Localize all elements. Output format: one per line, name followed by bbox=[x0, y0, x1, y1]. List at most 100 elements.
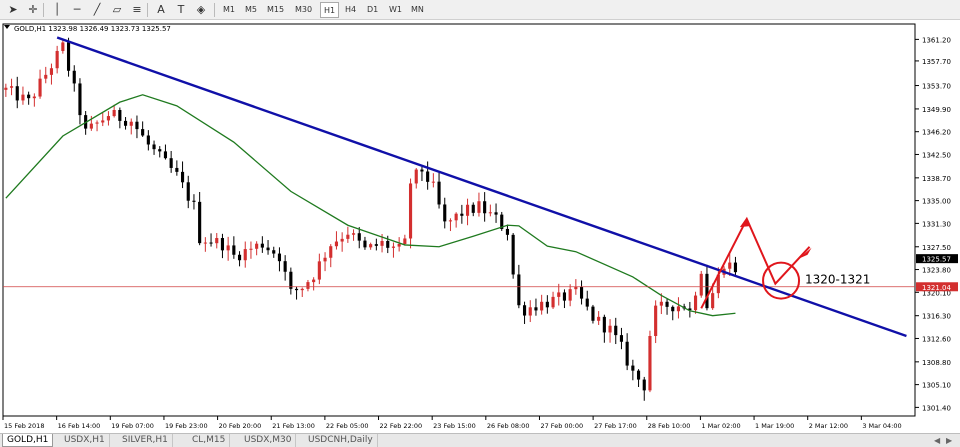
candle-body bbox=[671, 306, 675, 312]
chart-header-info: GOLD,H1 1323.98 1326.49 1323.73 1325.57 bbox=[14, 25, 171, 33]
shapes-icon[interactable]: ◈ bbox=[192, 2, 210, 18]
candle-body bbox=[294, 288, 299, 291]
candle-body bbox=[237, 254, 242, 261]
price-tick-label: 1308.80 bbox=[922, 359, 951, 367]
target-zone-label: 1320-1321 bbox=[805, 273, 870, 287]
chart-tab-usdx-m30[interactable]: USDX,M30 bbox=[240, 434, 297, 447]
candle-body bbox=[209, 242, 213, 244]
timeframe-m5-button[interactable]: M5 bbox=[242, 2, 260, 18]
candle-body bbox=[443, 204, 447, 222]
candle-body bbox=[665, 301, 669, 307]
horizontal-line-icon[interactable]: ─ bbox=[68, 2, 86, 18]
candle-body bbox=[557, 292, 561, 297]
text-label-icon[interactable]: T bbox=[172, 2, 190, 18]
price-tick-label: 1338.70 bbox=[922, 175, 951, 183]
price-tick-label: 1327.50 bbox=[922, 244, 951, 252]
candle-body bbox=[346, 234, 350, 239]
candle-body bbox=[312, 279, 316, 283]
chart-canvas[interactable]: GOLD,H1 1323.98 1326.49 1323.73 1325.57 1… bbox=[0, 20, 960, 433]
candle-body bbox=[283, 261, 287, 272]
tab-scroll-left-icon[interactable]: ◀ bbox=[934, 434, 940, 447]
candle-body bbox=[101, 120, 105, 123]
time-tick-label: 1 Mar 19:00 bbox=[755, 422, 794, 430]
price-tick-label: 1349.90 bbox=[922, 106, 951, 114]
candle-body bbox=[494, 212, 498, 215]
candle-body bbox=[215, 238, 219, 244]
chart-tab-usdx-h1[interactable]: USDX,H1 bbox=[60, 434, 110, 447]
candle-body bbox=[249, 248, 253, 250]
candle-body bbox=[579, 286, 584, 299]
candle-body bbox=[391, 246, 396, 248]
candle-body bbox=[551, 296, 555, 308]
timeframe-m30-button[interactable]: M30 bbox=[292, 2, 315, 18]
price-tick-label: 1335.00 bbox=[922, 198, 951, 206]
candle-body bbox=[676, 306, 681, 312]
timeframe-h4-button[interactable]: H4 bbox=[342, 2, 359, 18]
candle-body bbox=[363, 240, 367, 248]
candle-body bbox=[317, 261, 321, 280]
candle-body bbox=[89, 123, 93, 129]
candle-body bbox=[21, 94, 25, 101]
candle-body bbox=[471, 204, 475, 213]
candle-body bbox=[431, 181, 435, 183]
chart-toolbar: ➤ ✛ │ ─ ╱ ▱ ≡ A T ◈ M1 M5 M15 M30 H1 H4 D1 W1 MN bbox=[0, 0, 960, 20]
text-icon[interactable]: A bbox=[152, 2, 170, 18]
candle-body bbox=[408, 183, 413, 239]
timeframe-m1-button[interactable]: M1 bbox=[220, 2, 238, 18]
candle-body bbox=[597, 316, 601, 321]
time-tick-label: 27 Feb 17:00 bbox=[594, 422, 637, 430]
candle-body bbox=[522, 305, 527, 316]
candle-body bbox=[277, 253, 282, 262]
candle-body bbox=[619, 335, 624, 342]
candle-body bbox=[152, 144, 156, 150]
channel-icon[interactable]: ▱ bbox=[108, 2, 126, 18]
candle-body bbox=[118, 109, 122, 121]
timeframe-d1-button[interactable]: D1 bbox=[364, 2, 381, 18]
candle-body bbox=[460, 213, 464, 216]
tab-scroll-right-icon[interactable]: ▶ bbox=[946, 434, 952, 447]
candle-body bbox=[636, 370, 641, 380]
chart-tab-usdcnh-daily[interactable]: USDCNH,Daily bbox=[304, 434, 378, 447]
candle-body bbox=[369, 244, 373, 248]
candle-body bbox=[186, 182, 190, 201]
candle-body bbox=[72, 70, 76, 84]
candle-body bbox=[232, 245, 236, 255]
price-tick-label: 1342.50 bbox=[922, 151, 951, 159]
candle-body bbox=[380, 241, 384, 246]
candle-body bbox=[591, 306, 595, 321]
toolbar-separator bbox=[214, 3, 215, 17]
price-tick-label: 1361.20 bbox=[922, 36, 951, 44]
candle-body bbox=[614, 325, 618, 336]
candle-body bbox=[198, 201, 202, 244]
vertical-line-icon[interactable]: │ bbox=[48, 2, 66, 18]
timeframe-h1-button[interactable]: H1 bbox=[320, 2, 340, 18]
candle-body bbox=[192, 200, 196, 202]
price-tick-label: 1357.70 bbox=[922, 58, 951, 66]
candle-body bbox=[260, 243, 264, 248]
crosshair-icon[interactable]: ✛ bbox=[24, 2, 42, 18]
candle-body bbox=[323, 257, 327, 262]
candle-body bbox=[95, 122, 99, 124]
chart-tab-gold-h1[interactable]: GOLD,H1 bbox=[2, 434, 54, 447]
candle-body bbox=[477, 201, 481, 213]
timeframe-mn-button[interactable]: MN bbox=[408, 2, 427, 18]
chart-tab-silver-h1[interactable]: SILVER,H1 bbox=[118, 434, 173, 447]
chart-tab-cl-m15[interactable]: CL,M15 bbox=[188, 434, 231, 447]
trendline-icon[interactable]: ╱ bbox=[88, 2, 106, 18]
price-tick-label: 1316.30 bbox=[922, 313, 951, 321]
candle-body bbox=[357, 233, 361, 241]
candle-body bbox=[397, 244, 401, 247]
candle-body bbox=[334, 241, 339, 247]
price-tick-label: 1301.40 bbox=[922, 404, 951, 412]
candle-body bbox=[112, 109, 116, 117]
candle-body bbox=[733, 262, 738, 273]
timeframe-w1-button[interactable]: W1 bbox=[386, 2, 405, 18]
candle-body bbox=[448, 220, 453, 222]
cursor-icon[interactable]: ➤ bbox=[4, 2, 22, 18]
timeframe-m15-button[interactable]: M15 bbox=[264, 2, 287, 18]
price-chart[interactable]: GOLD,H1 1323.98 1326.49 1323.73 1325.57 1… bbox=[0, 20, 960, 433]
candle-body bbox=[386, 241, 390, 248]
candle-body bbox=[517, 274, 521, 306]
candle-body bbox=[483, 201, 487, 214]
fibonacci-icon[interactable]: ≡ bbox=[128, 2, 146, 18]
